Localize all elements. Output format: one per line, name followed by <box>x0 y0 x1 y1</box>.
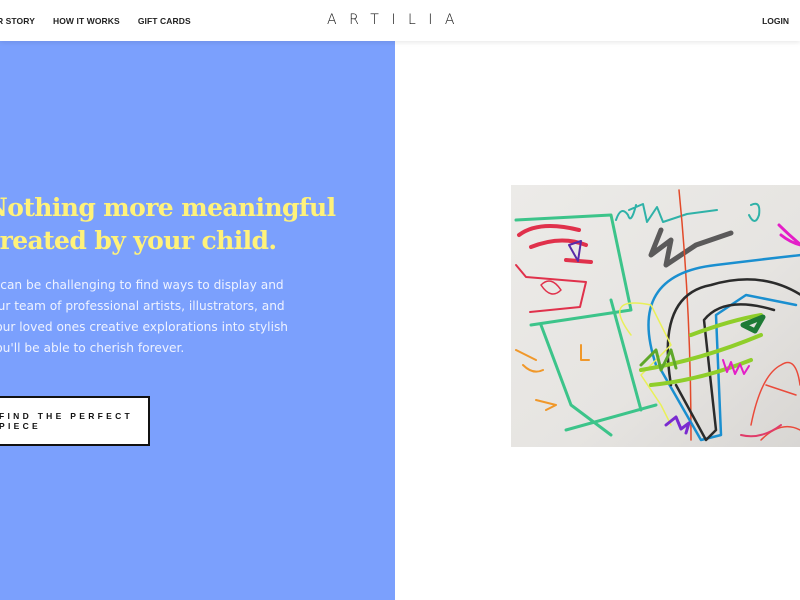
primary-nav: OUR STORY HOW IT WORKS GIFT CARDS <box>0 0 191 41</box>
brand-logo[interactable]: ARTILIA <box>327 12 467 28</box>
login-link[interactable]: LOGIN <box>762 16 789 26</box>
headline-line-2: created by your child. <box>0 226 277 255</box>
description-line: your loved ones creative explorations in… <box>0 320 289 334</box>
nav-our-story[interactable]: OUR STORY <box>0 16 35 26</box>
description-line: you'll be able to cherish forever. <box>0 341 185 355</box>
description-line: Our team of professional artists, illust… <box>0 299 285 313</box>
find-perfect-piece-button[interactable]: FIND THE PERFECT PIECE <box>0 396 150 446</box>
nav-how-it-works[interactable]: HOW IT WORKS <box>53 16 120 26</box>
hero-artwork-image <box>511 185 800 447</box>
hero-text-panel: Nothing more meaningful created by your … <box>0 41 395 600</box>
headline-line-1: Nothing more meaningful <box>0 193 336 222</box>
cta-label: FIND THE PERFECT PIECE <box>0 411 134 431</box>
description-line: It can be challenging to find ways to di… <box>0 278 284 292</box>
hero-headline: Nothing more meaningful created by your … <box>0 191 405 257</box>
child-drawing-illustration <box>511 185 800 447</box>
nav-gift-cards[interactable]: GIFT CARDS <box>138 16 191 26</box>
top-navigation-bar: OUR STORY HOW IT WORKS GIFT CARDS ARTILI… <box>0 0 800 41</box>
hero-description: It can be challenging to find ways to di… <box>0 275 408 359</box>
